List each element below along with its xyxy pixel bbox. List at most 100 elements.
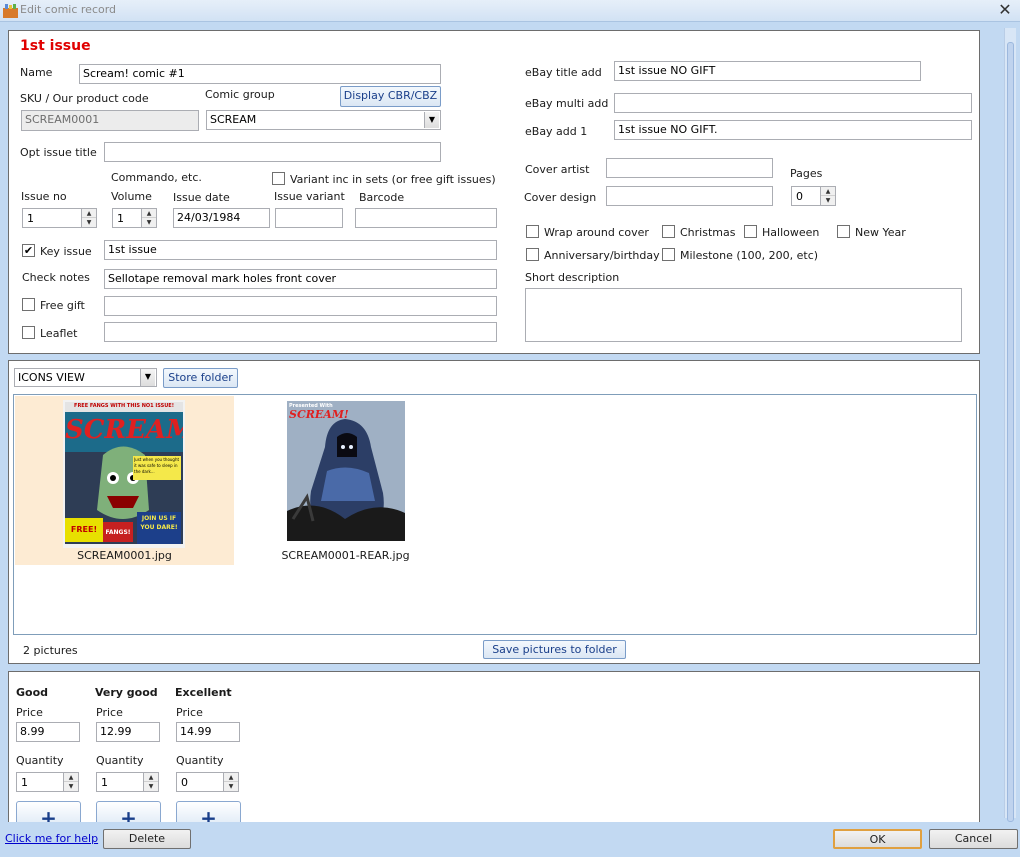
ok-button[interactable]: OK	[833, 829, 922, 849]
ebay-add1-input[interactable]: 1st issue NO GIFT.	[614, 120, 972, 140]
close-icon[interactable]: ✕	[997, 0, 1013, 20]
key-issue-input[interactable]: 1st issue	[104, 240, 497, 260]
view-mode-value: ICONS VIEW	[18, 371, 85, 384]
quantity-spin[interactable]: ▲ ▼	[223, 773, 238, 791]
view-mode-select[interactable]: ICONS VIEW ▼	[14, 368, 157, 387]
quantity-spin[interactable]: ▲ ▼	[63, 773, 78, 791]
volume-stepper[interactable]: 1 ▲ ▼	[112, 208, 157, 228]
short-description-textarea[interactable]	[525, 288, 962, 342]
chevron-down-icon[interactable]: ▼	[140, 369, 155, 386]
ebay-title-add-label: eBay title add	[525, 66, 602, 79]
milestone-checkbox[interactable]	[662, 248, 675, 261]
quantity-good-stepper[interactable]: 1 ▲ ▼	[16, 772, 79, 792]
price-good-input[interactable]: 8.99	[16, 722, 80, 742]
spin-down-icon[interactable]: ▼	[64, 782, 78, 791]
quantity-excellent-stepper[interactable]: 0 ▲ ▼	[176, 772, 239, 792]
issue-variant-label: Issue variant	[274, 190, 345, 203]
free-gift-input[interactable]	[104, 296, 497, 316]
commando-label: Commando, etc.	[111, 171, 202, 184]
help-link[interactable]: Click me for help	[5, 832, 98, 845]
spin-down-icon[interactable]: ▼	[821, 196, 835, 205]
pages-label: Pages	[790, 167, 823, 180]
variant-sets-checkbox[interactable]	[272, 172, 285, 185]
display-cbr-button[interactable]: Display CBR/CBZ	[340, 86, 441, 107]
issue-no-value: 1	[27, 212, 34, 225]
quantity-label: Quantity	[176, 754, 224, 767]
store-folder-button[interactable]: Store folder	[163, 368, 238, 388]
issue-no-label: Issue no	[21, 190, 67, 203]
spin-up-icon[interactable]: ▲	[82, 209, 96, 218]
spin-up-icon[interactable]: ▲	[144, 773, 158, 782]
free-gift-label: Free gift	[40, 299, 85, 312]
price-label: Price	[96, 706, 123, 719]
spin-up-icon[interactable]: ▲	[64, 773, 78, 782]
issue-no-spin[interactable]: ▲ ▼	[81, 209, 96, 227]
quantity-spin[interactable]: ▲ ▼	[143, 773, 158, 791]
issue-variant-input[interactable]	[275, 208, 343, 228]
picture-filename: SCREAM0001-REAR.jpg	[281, 549, 410, 562]
window-scrollbar[interactable]	[1004, 28, 1016, 822]
app-icon	[3, 4, 18, 18]
scream-cover-rear-thumbnail[interactable]	[287, 401, 405, 541]
key-issue-checkbox[interactable]: ✔	[22, 244, 35, 257]
pages-stepper[interactable]: 0 ▲ ▼	[791, 186, 836, 206]
cover-fangs: FANGS!	[105, 529, 131, 536]
short-description-label: Short description	[525, 271, 620, 284]
milestone-label: Milestone (100, 200, etc)	[680, 249, 819, 262]
wrap-around-label: Wrap around cover	[544, 226, 649, 239]
opt-title-input[interactable]	[104, 142, 441, 162]
anniversary-checkbox[interactable]	[526, 248, 539, 261]
cover-artist-input[interactable]	[606, 158, 773, 178]
issue-date-input[interactable]: 24/03/1984	[173, 208, 270, 228]
name-input[interactable]: Scream! comic #1	[79, 64, 441, 84]
cover-design-input[interactable]	[606, 186, 773, 206]
grade-label: Excellent	[175, 686, 232, 699]
halloween-checkbox[interactable]	[744, 225, 757, 238]
ebay-multi-add-label: eBay multi add	[525, 97, 609, 110]
leaflet-input[interactable]	[104, 322, 497, 342]
volume-spin[interactable]: ▲ ▼	[141, 209, 156, 227]
pages-spin[interactable]: ▲ ▼	[820, 187, 835, 205]
new-year-checkbox[interactable]	[837, 225, 850, 238]
spin-down-icon[interactable]: ▼	[82, 218, 96, 227]
cover-top-text: FREE FANGS WITH THIS NO1 ISSUE!	[74, 403, 174, 409]
ebay-title-add-input[interactable]: 1st issue NO GIFT	[614, 61, 921, 81]
spin-down-icon[interactable]: ▼	[224, 782, 238, 791]
sku-label: SKU / Our product code	[20, 92, 149, 105]
spin-down-icon[interactable]: ▼	[142, 218, 156, 227]
grade-label: Good	[16, 686, 49, 699]
ebay-add1-label: eBay add 1	[525, 125, 588, 138]
scrollbar-thumb[interactable]	[1007, 42, 1014, 822]
chevron-down-icon[interactable]: ▼	[424, 112, 439, 128]
save-pictures-button[interactable]: Save pictures to folder	[483, 640, 626, 659]
christmas-checkbox[interactable]	[662, 225, 675, 238]
issue-no-stepper[interactable]: 1 ▲ ▼	[22, 208, 97, 228]
key-issue-label: Key issue	[40, 245, 92, 258]
ebay-multi-add-input[interactable]	[614, 93, 972, 113]
cover-free: FREE!	[70, 525, 98, 534]
spin-down-icon[interactable]: ▼	[144, 782, 158, 791]
cover-join: JOIN US IF YOU DARE!	[140, 515, 178, 531]
spin-up-icon[interactable]: ▲	[821, 187, 835, 196]
quantity-very-good-stepper[interactable]: 1 ▲ ▼	[96, 772, 159, 792]
quantity-value: 0	[181, 776, 188, 789]
cover-logo: SCREAM!	[65, 415, 183, 445]
delete-button[interactable]: Delete	[103, 829, 191, 849]
free-gift-checkbox[interactable]	[22, 298, 35, 311]
comic-group-select[interactable]: SCREAM ▼	[206, 110, 441, 130]
quantity-value: 1	[101, 776, 108, 789]
grade-label: Very good	[95, 686, 158, 699]
picture-count: 2 pictures	[23, 644, 78, 657]
barcode-input[interactable]	[355, 208, 497, 228]
check-notes-input[interactable]: Sellotape removal mark holes front cover	[104, 269, 497, 289]
spin-up-icon[interactable]: ▲	[142, 209, 156, 218]
title-bar	[0, 0, 1020, 22]
price-excellent-input[interactable]: 14.99	[176, 722, 240, 742]
cancel-button[interactable]: Cancel	[929, 829, 1018, 849]
wrap-around-checkbox[interactable]	[526, 225, 539, 238]
price-very-good-input[interactable]: 12.99	[96, 722, 160, 742]
name-label: Name	[20, 66, 53, 79]
rear-cover-logo: SCREAM!	[289, 408, 349, 421]
leaflet-checkbox[interactable]	[22, 326, 35, 339]
spin-up-icon[interactable]: ▲	[224, 773, 238, 782]
